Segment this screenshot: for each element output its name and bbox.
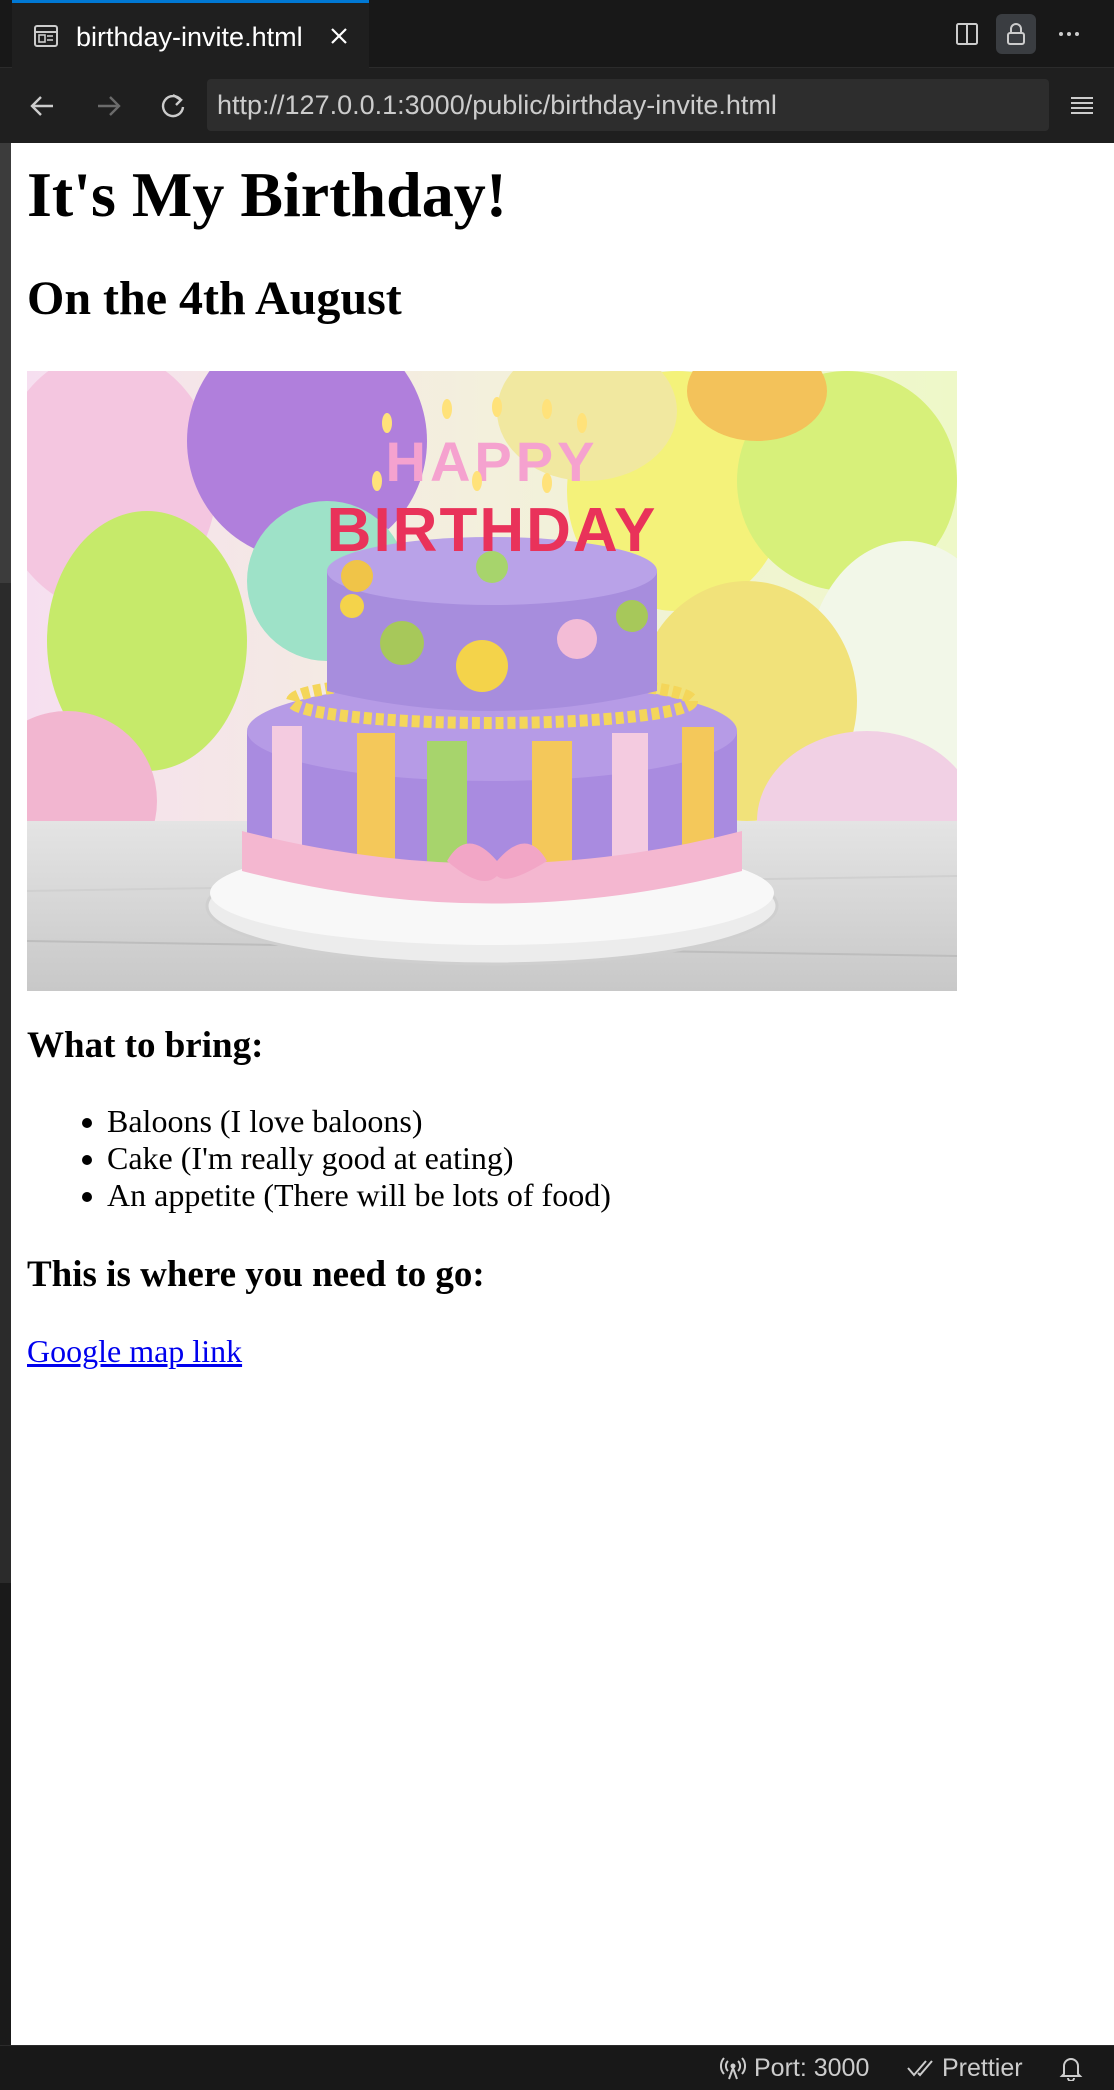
ellipsis-icon: [1059, 32, 1079, 36]
browser-toolbar: http://127.0.0.1:3000/public/birthday-in…: [0, 69, 1114, 143]
sidebar-edge-highlight: [0, 143, 11, 583]
svg-text:BIRTHDAY: BIRTHDAY: [327, 496, 658, 565]
editor-tab[interactable]: birthday-invite.html: [12, 0, 369, 68]
bring-heading: What to bring:: [27, 1025, 264, 1066]
reload-icon: [161, 93, 185, 118]
broadcast-icon: [720, 2057, 746, 2080]
double-check-icon: [907, 2060, 933, 2077]
url-input[interactable]: http://127.0.0.1:3000/public/birthday-in…: [207, 79, 1049, 131]
status-bar: Port: 3000 Prettier: [0, 2045, 1114, 2090]
arrow-right-icon: [98, 96, 121, 116]
tab-title: birthday-invite.html: [76, 22, 303, 52]
list-item: Baloons (I love baloons): [27, 1103, 611, 1140]
location-heading: This is where you need to go:: [27, 1254, 485, 1295]
bring-list: Baloons (I love baloons) Cake (I'm reall…: [27, 1103, 611, 1214]
port-label: Port: 3000: [754, 2053, 870, 2082]
sidebar-edge-shadow: [0, 1583, 11, 2045]
preview-icon: [34, 25, 58, 47]
split-editor-button[interactable]: [947, 14, 987, 54]
prettier-status[interactable]: Prettier: [906, 2052, 1023, 2084]
close-icon[interactable]: [325, 22, 353, 50]
svg-text:HAPPY: HAPPY: [386, 430, 599, 493]
birthday-cake-image: HAPPY BIRTHDAY: [27, 371, 957, 991]
lock-icon: [1007, 23, 1025, 45]
prettier-label: Prettier: [942, 2053, 1023, 2082]
list-item: Cake (I'm really good at eating): [27, 1140, 611, 1177]
page-title: It's My Birthday!: [27, 159, 507, 230]
forward-button[interactable]: [89, 86, 129, 126]
bell-icon: [1059, 2058, 1083, 2081]
hamburger-menu-icon: [1071, 97, 1093, 114]
google-map-link[interactable]: Google map link: [27, 1331, 242, 1371]
list-item: An appetite (There will be lots of food): [27, 1177, 611, 1214]
arrow-left-icon: [30, 96, 53, 116]
web-page-content: It's My Birthday! On the 4th August HAPP…: [11, 143, 1114, 2045]
page-subtitle: On the 4th August: [27, 272, 402, 325]
tab-bar: birthday-invite.html: [0, 0, 1114, 68]
lock-group-button[interactable]: [996, 14, 1036, 54]
split-editor-icon: [956, 23, 978, 45]
menu-button[interactable]: [1062, 86, 1102, 126]
sidebar-edge: [0, 143, 11, 2045]
more-actions-button[interactable]: [1049, 14, 1089, 54]
back-button[interactable]: [22, 86, 62, 126]
port-status[interactable]: Port: 3000: [720, 2052, 869, 2084]
reload-button[interactable]: [153, 86, 193, 126]
notifications-button[interactable]: [1058, 2052, 1092, 2084]
